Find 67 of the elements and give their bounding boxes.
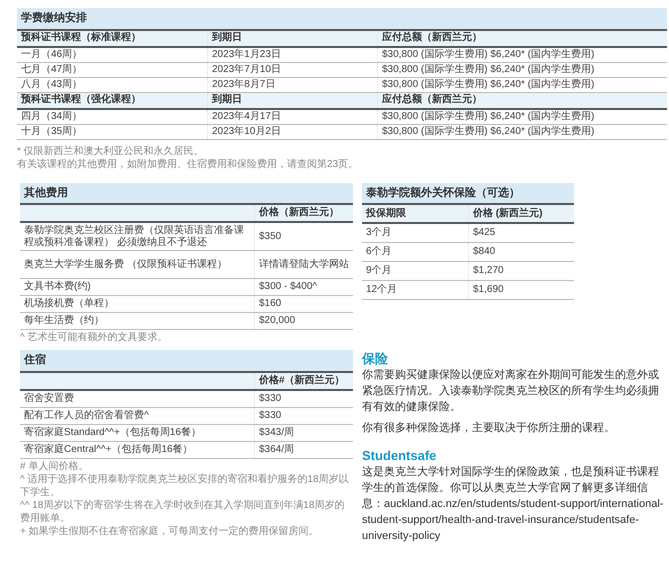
- table-cell-text: 七月（47周）: [20, 62, 84, 76]
- table-cell-text: 寄宿家庭Standard^^+（包括每周16餐）: [23, 426, 202, 440]
- section-heading: 保险: [362, 350, 389, 367]
- table-cell: $30,800 (国际学生费用) $6,240* (国内学生费用): [377, 110, 667, 124]
- table-cell-text: 泰勒学院奥克兰校区注册费（仅限英语语言准备课程或预科准备课程） 必须缴纳且不予退还: [23, 224, 245, 250]
- table-cell-text: 奥克兰大学学生服务费 （仅限预科证书课程）: [23, 258, 228, 272]
- paragraph: 你有很多种保险选择，主要取决于你所注册的课程。: [362, 420, 616, 436]
- table-cell: $364/周: [254, 442, 353, 458]
- table-cell: $300 - $400^: [254, 279, 353, 295]
- table-cell-text: 十月（35周）: [20, 124, 84, 138]
- paragraph: 这是奥克兰大学针对国际学生的保险政策，也是预科证书课程学生的首选保险。你可以从奥克兰大学官网了解更多详细信息：auckland.ac.nz/en/students/student-support/international-student-support/health-and-travel-insurance/studentsafe-university-policy: [362, 464, 664, 544]
- column-header: 价格（新西兰元）: [254, 205, 353, 221]
- footnote: # 单人间价格。: [20, 460, 90, 472]
- table-cell: 详情请登陆大学网站: [254, 251, 353, 278]
- table-cell-text: 宿舍安置费: [23, 392, 75, 406]
- footnote: * 仅限新西兰和澳大利亚公民和永久居民。: [17, 144, 205, 158]
- column-header: 应付总额（新西兰元）: [377, 30, 667, 46]
- table-cell: $1,690: [468, 281, 574, 299]
- table-cell: $840: [468, 243, 574, 261]
- table-cell: 2023年8月7日: [207, 78, 377, 92]
- table-title: 其他费用: [20, 182, 353, 205]
- table-cell-text: 八月（43周）: [20, 78, 84, 92]
- table-cell-text: 四月（34周）: [20, 110, 84, 124]
- column-header: 预科证书课程（标准课程）: [20, 30, 142, 45]
- table-title: 学费缴纳安排: [17, 8, 667, 30]
- table-cell-text: 配有工作人员的宿舍看管费^: [23, 408, 150, 422]
- footnote: ^ 艺术生可能有额外的文具要求。: [20, 331, 168, 344]
- table-cell: $330: [254, 408, 353, 424]
- table-cell-text: 6个月: [365, 245, 393, 259]
- table-cell: 2023年4月17日: [207, 110, 377, 124]
- table-cell: $1,270: [468, 262, 574, 280]
- section-heading: Studentsafe: [362, 447, 438, 464]
- column-header: 预科证书课程（强化课程）: [20, 92, 142, 107]
- table-title: 住宿: [20, 350, 353, 372]
- column-header: 投保期限: [364, 206, 407, 220]
- footnote: ^ 适用于选择不使用泰勒学院奥克兰校区安排的寄宿和看护服务的18周岁以下学生。: [20, 472, 350, 498]
- table-cell-text: 寄宿家庭Central^^+（包括每周16餐）: [23, 442, 194, 456]
- footnote: 有关该课程的其他费用，如附加费用、住宿费用和保险费用，请查阅第23页。: [17, 158, 360, 170]
- table-cell: $425: [468, 224, 574, 242]
- footnote: + 如果学生假期不住在寄宿家庭，可每周支付一定的费用保留房间。: [20, 524, 320, 538]
- table-cell-text: 每年生活费（约）: [23, 314, 105, 328]
- table-cell: 2023年10月2日: [207, 124, 377, 138]
- table-cell-text: 3个月: [365, 226, 393, 240]
- table-cell-text: 机场接机费（单程）: [23, 296, 115, 311]
- paragraph: 你需要购买健康保险以便应对离家在外期间可能发生的意外或紧急医疗情况。入读泰勒学院奥克兰校区的所有学生均必须拥有有效的健康保险。: [362, 368, 660, 415]
- table-cell: $30,800 (国际学生费用) $6,240* (国内学生费用): [377, 124, 667, 138]
- table-cell: $30,800 (国际学生费用) $6,240* (国内学生费用): [377, 78, 667, 92]
- table-cell-text: 一月（46周）: [20, 48, 84, 62]
- column-header: 到期日: [207, 92, 377, 108]
- table-cell-text: 9个月: [365, 264, 393, 278]
- table-cell: $30,800 (国际学生费用) $6,240* (国内学生费用): [377, 62, 667, 76]
- table-cell: 2023年1月23日: [207, 48, 377, 62]
- table-cell: $30,800 (国际学生费用) $6,240* (国内学生费用): [377, 48, 667, 62]
- column-header: 应付总额（新西兰元）: [377, 92, 667, 108]
- table-cell: $343/周: [254, 424, 353, 440]
- table-cell: $160: [254, 296, 353, 312]
- column-header: 价格 (新西兰元): [468, 205, 574, 222]
- table-cell: $350: [254, 223, 353, 250]
- table-cell-text: 12个月: [365, 283, 398, 297]
- column-header: 到期日: [207, 30, 377, 46]
- table-cell-text: 文具书本费(约): [23, 280, 92, 294]
- table-cell: 2023年7月10日: [207, 62, 377, 76]
- table-title: 泰勒学院额外关怀保险（可选）: [362, 182, 574, 205]
- footnote: ^^ 18周岁以下的寄宿学生将在入学时收到在其入学期间直到年满18周岁的费用账单。: [20, 498, 346, 524]
- column-header: 价格#（新西兰元）: [254, 372, 353, 388]
- table-cell: $330: [254, 390, 353, 406]
- table-cell: $20,000: [254, 313, 353, 329]
